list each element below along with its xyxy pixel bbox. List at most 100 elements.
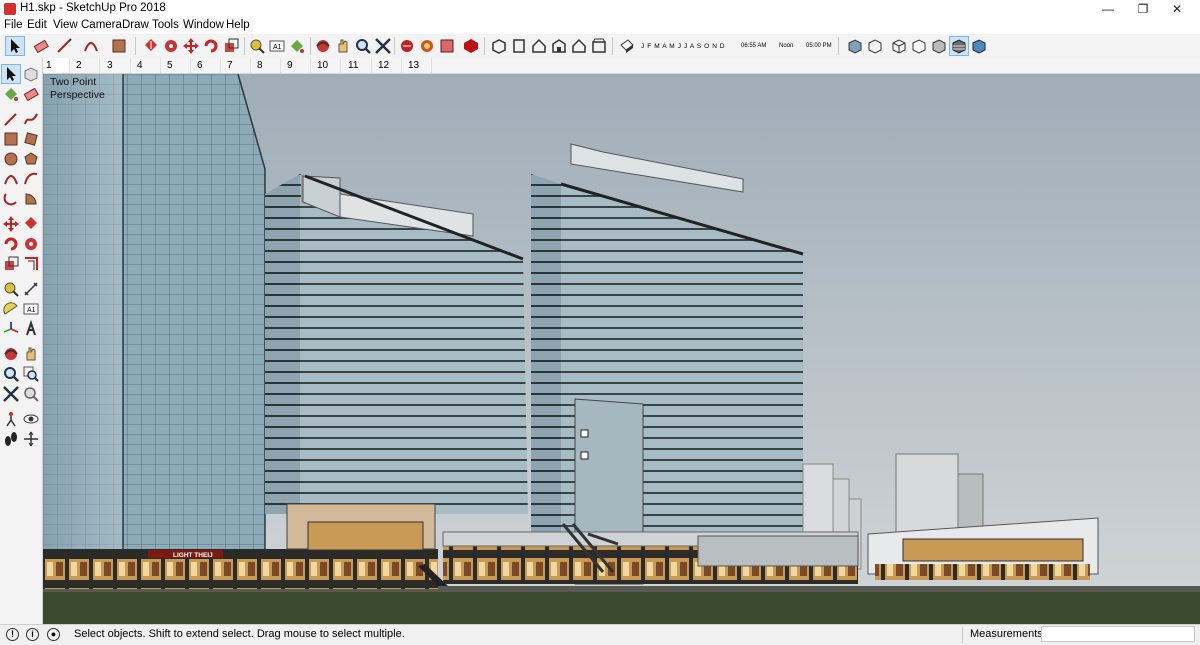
zoom-extents-icon[interactable]	[374, 37, 392, 55]
arc-tool-icon[interactable]	[2, 170, 20, 188]
menu-window[interactable]: Window	[183, 19, 224, 31]
shaded-textures-style-icon[interactable]	[949, 36, 969, 56]
push-pull-tool-icon[interactable]	[142, 37, 160, 55]
move-tool-icon[interactable]	[2, 215, 20, 233]
monochrome-style-icon[interactable]	[970, 37, 988, 55]
close-button[interactable]: ✕	[1154, 0, 1200, 18]
pan-tool-icon[interactable]	[334, 37, 352, 55]
previous-view-icon[interactable]	[22, 385, 40, 403]
position-camera-icon[interactable]	[2, 410, 20, 428]
offset-tool-icon[interactable]	[22, 255, 40, 273]
zoom-tool-icon[interactable]	[354, 37, 372, 55]
walk-tool-icon[interactable]	[2, 430, 20, 448]
tape-measure-icon[interactable]	[2, 280, 20, 298]
zoom-window-icon[interactable]	[22, 365, 40, 383]
status-message: Select objects. Shift to extend select. …	[74, 628, 405, 640]
follow-me-tool-icon[interactable]	[22, 235, 40, 253]
pie-tool-icon[interactable]	[22, 190, 40, 208]
wireframe-style-icon[interactable]	[890, 37, 908, 55]
iso-view-icon[interactable]	[490, 37, 508, 55]
scene-tab-1[interactable]: 1	[42, 58, 70, 73]
rectangle-tool-icon[interactable]	[2, 130, 20, 148]
paint-bucket-icon[interactable]	[2, 85, 20, 103]
scene-tab-6[interactable]: 6	[193, 58, 221, 73]
zoom-tool-icon[interactable]	[2, 365, 20, 383]
scene-tab-5[interactable]: 5	[163, 58, 191, 73]
scale-tool-icon[interactable]	[2, 255, 20, 273]
axes-tool-icon[interactable]	[2, 320, 20, 338]
freehand-tool-icon[interactable]	[22, 110, 40, 128]
scale-tool-icon[interactable]	[222, 37, 240, 55]
move-tool-icon[interactable]	[182, 37, 200, 55]
protractor-tool-icon[interactable]	[2, 300, 20, 318]
dimension-tool-icon[interactable]	[22, 280, 40, 298]
eraser-tool-icon[interactable]	[22, 85, 40, 103]
menu-view[interactable]: View	[53, 19, 78, 31]
scene-tab-13[interactable]: 13	[404, 58, 432, 73]
push-pull-tool-icon[interactable]	[22, 215, 40, 233]
extension-manager-icon[interactable]	[462, 37, 480, 55]
scene-tab-3[interactable]: 3	[103, 58, 131, 73]
menu-draw[interactable]: Draw	[122, 19, 149, 31]
scene-tab-4[interactable]: 4	[133, 58, 161, 73]
scene-tab-12[interactable]: 12	[374, 58, 402, 73]
rotate-tool-icon[interactable]	[2, 235, 20, 253]
select-tool-icon[interactable]	[1, 64, 21, 84]
shop-sign: LIGHT THEIJ	[173, 552, 213, 559]
select-tool-icon[interactable]	[5, 36, 25, 56]
dimension-tool-icon[interactable]: A1	[268, 37, 286, 55]
shadows-toggle-icon[interactable]	[618, 37, 636, 55]
geo-location-icon[interactable]: !	[6, 628, 19, 641]
rotated-rectangle-icon[interactable]	[22, 130, 40, 148]
top-view-icon[interactable]	[510, 37, 528, 55]
menu-help[interactable]: Help	[226, 19, 250, 31]
scene-tab-7[interactable]: 7	[223, 58, 251, 73]
model-viewport[interactable]: LIGHT THEIJ Two Point Perspective	[43, 74, 1200, 624]
paint-bucket-icon[interactable]	[288, 37, 306, 55]
scene-tab-8[interactable]: 8	[253, 58, 281, 73]
make-component-icon[interactable]	[22, 65, 40, 83]
follow-me-tool-icon[interactable]	[162, 37, 180, 55]
front-view-icon[interactable]	[530, 37, 548, 55]
look-around-icon[interactable]	[22, 410, 40, 428]
scene-tab-10[interactable]: 10	[313, 58, 341, 73]
zoom-extents-icon[interactable]	[2, 385, 20, 403]
section-plane-icon[interactable]	[22, 430, 40, 448]
line-tool-icon[interactable]	[2, 110, 20, 128]
scene-tab-2[interactable]: 2	[72, 58, 100, 73]
arc-tool-icon[interactable]	[82, 37, 100, 55]
polygon-tool-icon[interactable]	[22, 150, 40, 168]
two-point-arc-icon[interactable]	[22, 170, 40, 188]
rotate-tool-icon[interactable]	[202, 37, 220, 55]
shaded-style-icon[interactable]	[930, 37, 948, 55]
eraser-tool-icon[interactable]	[32, 37, 50, 55]
measurements-input[interactable]	[1041, 626, 1195, 642]
pan-tool-icon[interactable]	[22, 345, 40, 363]
back-view-icon[interactable]	[570, 37, 588, 55]
layout-icon[interactable]	[438, 37, 456, 55]
back-edges-style-icon[interactable]	[866, 37, 884, 55]
menu-edit[interactable]: Edit	[27, 19, 47, 31]
user-account-icon[interactable]: ●	[47, 628, 60, 641]
menu-tools[interactable]: Tools	[152, 19, 179, 31]
credits-icon[interactable]: i	[26, 628, 39, 641]
right-view-icon[interactable]	[550, 37, 568, 55]
scene-tab-9[interactable]: 9	[283, 58, 311, 73]
text-tool-icon[interactable]: A1	[22, 300, 40, 318]
hidden-line-style-icon[interactable]	[910, 37, 928, 55]
left-view-icon[interactable]	[590, 37, 608, 55]
menu-camera[interactable]: Camera	[81, 19, 122, 31]
line-tool-icon[interactable]	[55, 37, 73, 55]
xray-style-icon[interactable]	[846, 37, 864, 55]
shape-tool-icon[interactable]	[110, 37, 128, 55]
3d-text-tool-icon[interactable]	[22, 319, 40, 338]
scene-tab-11[interactable]: 11	[344, 58, 372, 73]
menu-file[interactable]: File	[4, 19, 23, 31]
three-point-arc-icon[interactable]	[2, 190, 20, 208]
tape-measure-icon[interactable]	[248, 37, 266, 55]
orbit-tool-icon[interactable]	[2, 345, 20, 363]
3d-warehouse-icon[interactable]	[398, 37, 416, 55]
orbit-tool-icon[interactable]	[314, 37, 332, 55]
extension-warehouse-icon[interactable]	[418, 37, 436, 55]
circle-tool-icon[interactable]	[2, 150, 20, 168]
